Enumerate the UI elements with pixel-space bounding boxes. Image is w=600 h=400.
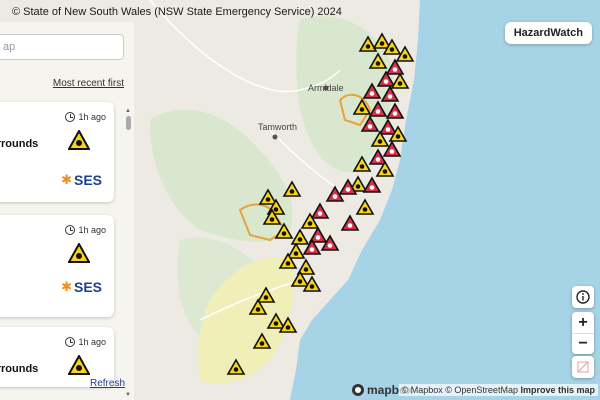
warning-marker[interactable] [368,52,388,69]
warning-marker[interactable] [385,58,405,75]
scroll-down-arrow-icon[interactable]: ▼ [124,392,132,398]
warning-marker[interactable] [378,118,398,135]
warning-marker[interactable] [368,100,388,117]
map-attribution: © Mapbox © OpenStreetMap Improve this ma… [398,384,598,396]
mapbox-attribution-link[interactable]: © Mapbox [402,385,443,395]
warning-marker[interactable] [256,286,276,303]
warning-marker[interactable] [226,358,246,375]
warning-marker[interactable] [282,180,302,197]
warning-marker[interactable] [362,176,382,193]
warning-marker[interactable] [358,35,378,52]
osm-attribution-link[interactable]: © OpenStreetMap [445,385,518,395]
clock-icon [65,112,76,122]
warning-marker[interactable] [290,228,310,245]
warning-marker[interactable] [274,222,294,239]
improve-map-link[interactable]: Improve this map [520,385,595,395]
search-input[interactable]: ap [0,34,124,60]
zoom-out-button[interactable]: − [572,333,594,354]
map-style-button[interactable] [572,356,594,378]
warning-card[interactable]: 1h ago ✱ SES [0,215,114,317]
warning-marker[interactable] [258,188,278,205]
warning-marker[interactable] [266,312,286,329]
warning-marker[interactable] [372,32,392,49]
sort-link[interactable]: Most recent first [53,78,124,89]
info-icon [576,290,590,304]
hazardwatch-button[interactable]: HazardWatch [504,22,592,44]
warning-marker[interactable] [352,155,372,172]
warning-card[interactable]: 1h ago urrounds ✱SES [0,102,114,202]
scroll-up-arrow-icon[interactable]: ▲ [124,108,132,114]
refresh-link[interactable]: Refresh [90,378,125,389]
card-time: 1h ago [65,337,106,347]
zoom-control: + − [572,312,594,354]
warning-marker[interactable] [352,98,372,115]
card-title: urrounds [0,363,39,375]
warning-marker[interactable] [355,198,375,215]
scroll-thumb[interactable] [125,116,131,130]
card-title: urrounds [0,138,39,150]
warning-marker[interactable] [286,242,306,259]
ses-logo: ✱ SES [61,172,102,188]
warning-marker[interactable] [360,115,380,132]
mapbox-icon [352,384,364,396]
warning-marker[interactable] [310,202,330,219]
info-button[interactable] [572,286,594,308]
card-time: 1h ago [65,112,106,122]
card-time: 1h ago [65,225,106,235]
warning-marker[interactable] [390,72,410,89]
warning-triangle-icon [68,130,90,150]
warning-triangle-icon [68,243,90,263]
panel-scrollbar[interactable]: ▲ ▼ [124,108,132,398]
warning-marker[interactable] [252,332,272,349]
ses-logo: ✱ SES [61,279,102,295]
map-copyright: © State of New South Wales (NSW State Em… [12,6,342,18]
warnings-panel: ap Most recent first 1h ago urrounds ✱SE… [0,22,134,400]
compass-icon [577,361,589,373]
warning-marker[interactable] [340,214,360,231]
warning-marker[interactable] [368,148,388,165]
clock-icon [65,225,76,235]
zoom-in-button[interactable]: + [572,312,594,333]
warning-marker[interactable] [385,102,405,119]
warning-triangle-icon [68,355,90,375]
clock-icon [65,337,76,347]
warning-marker[interactable] [380,85,400,102]
